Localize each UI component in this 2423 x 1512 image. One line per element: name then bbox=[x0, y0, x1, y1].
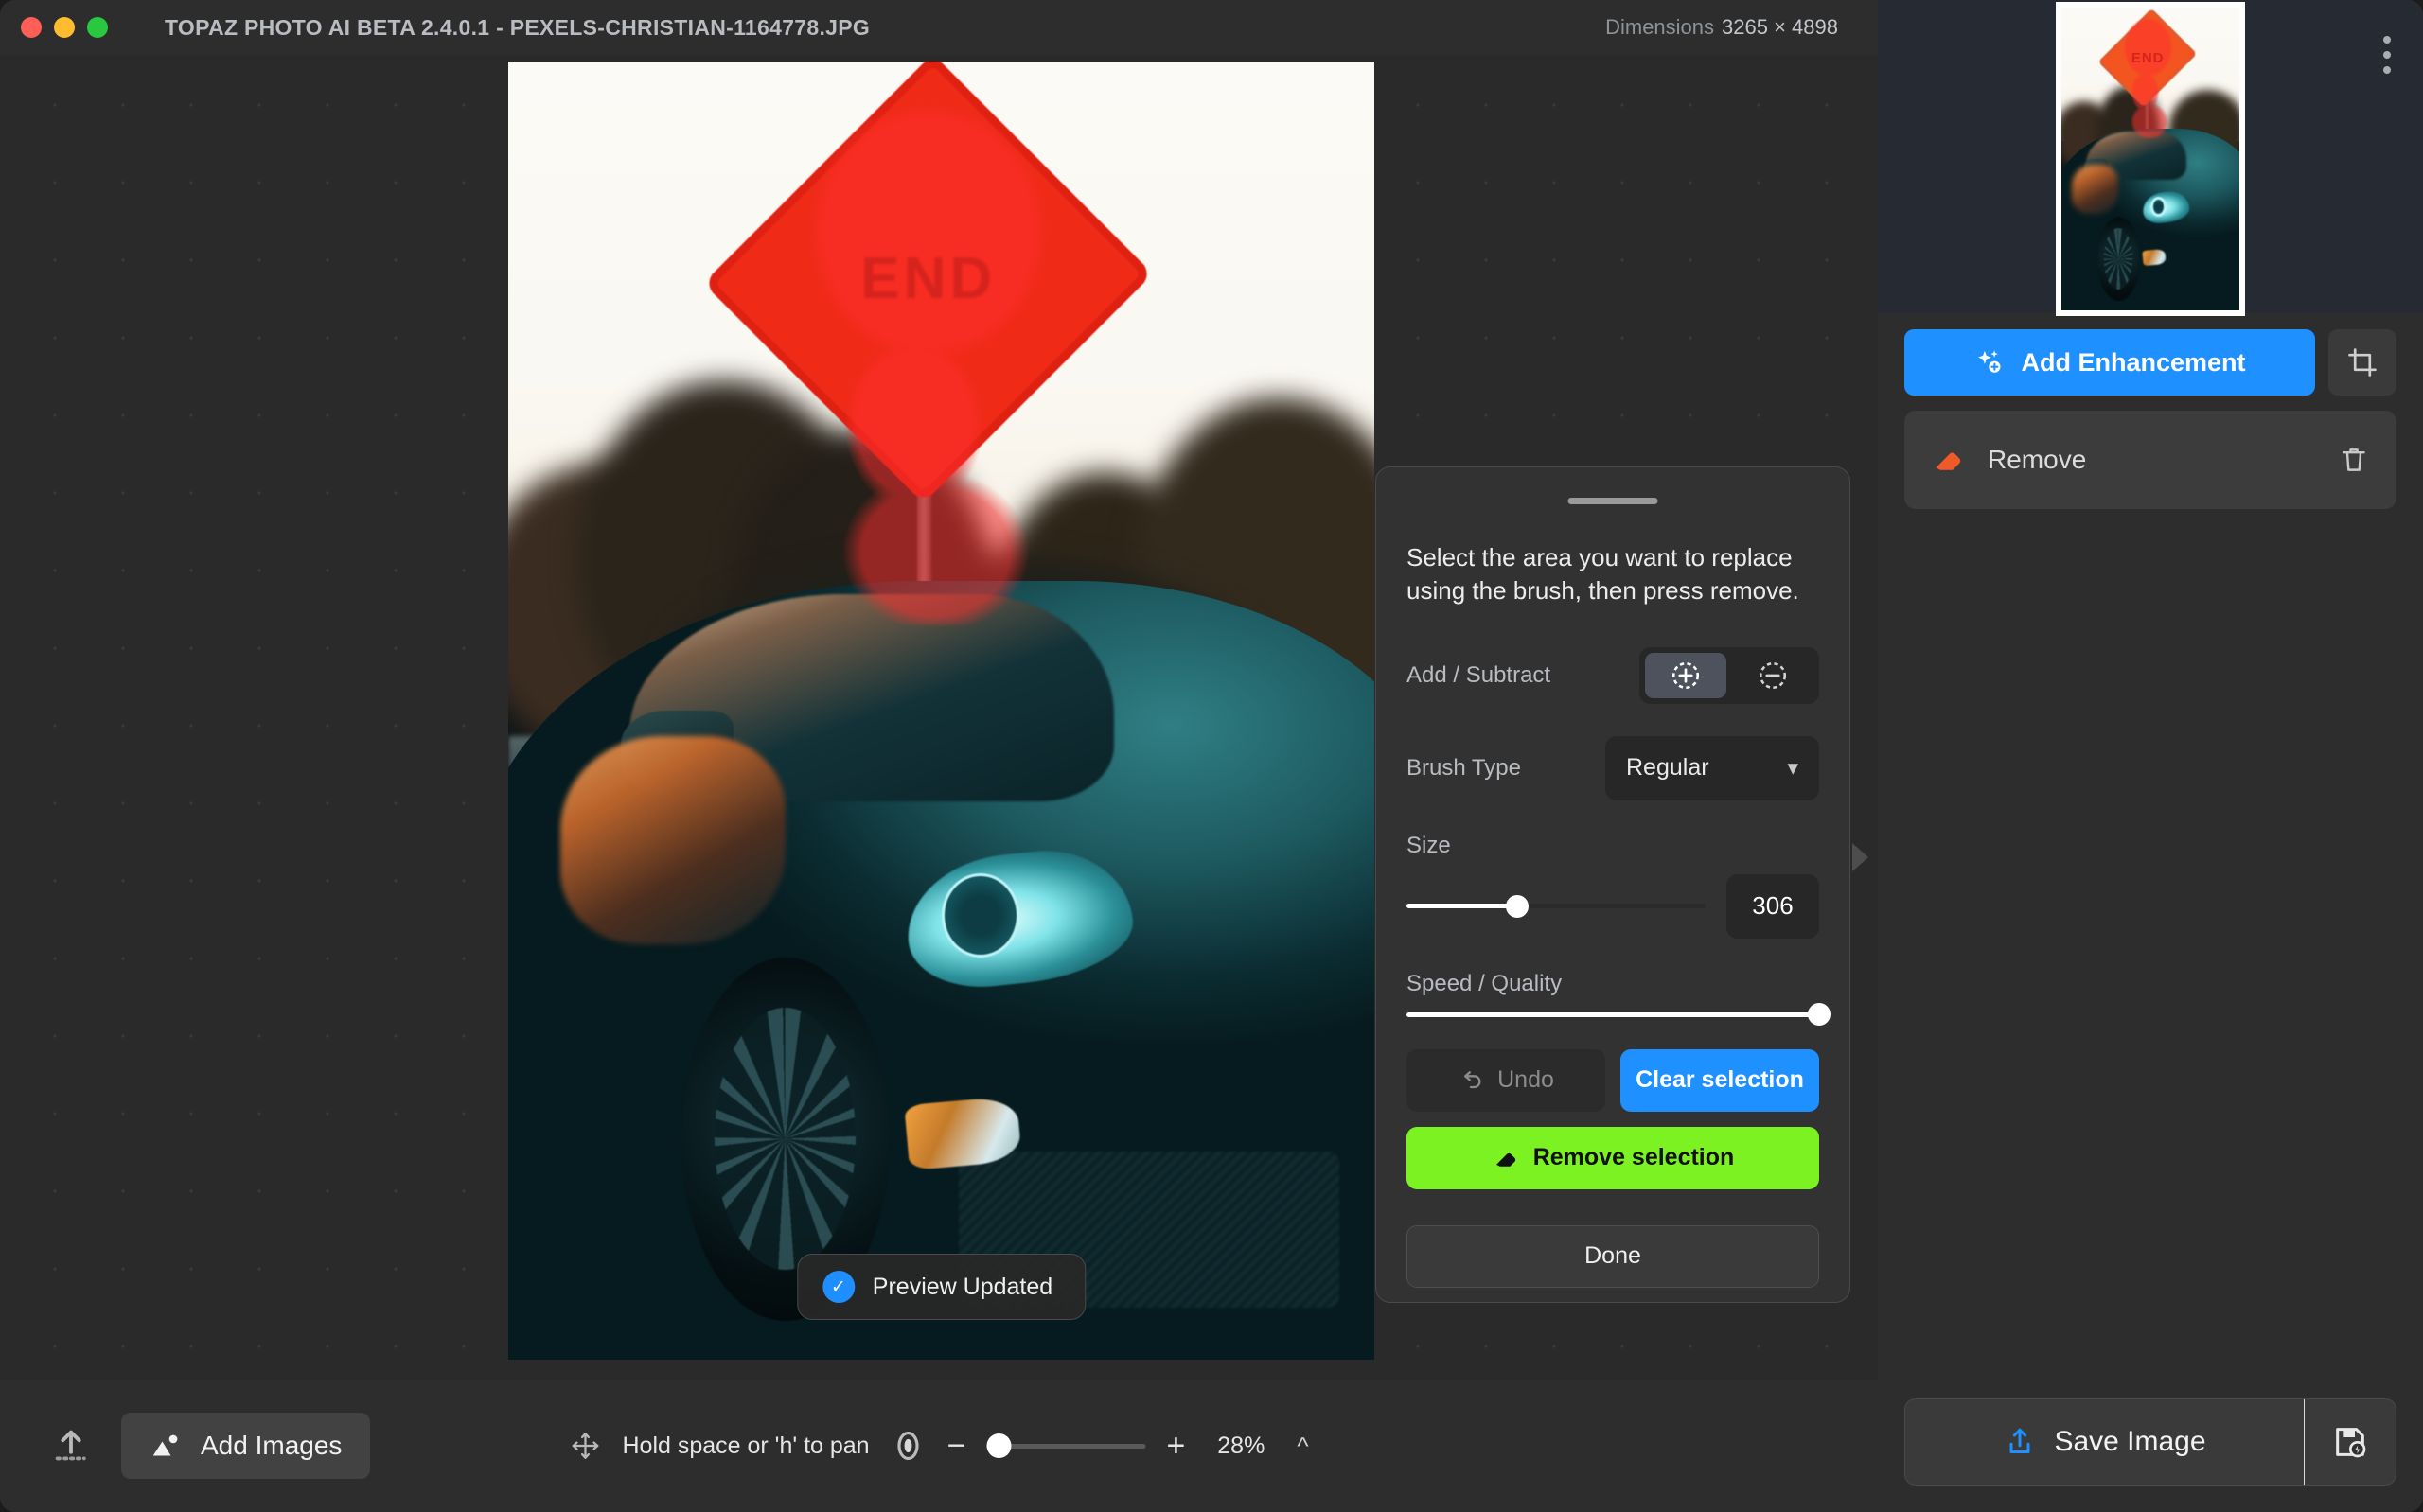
save-image-button[interactable]: Save Image bbox=[1905, 1399, 2304, 1485]
eraser-icon bbox=[1492, 1144, 1520, 1172]
brush-selection-mask bbox=[747, 94, 1110, 626]
dimensions-label: Dimensions bbox=[1605, 15, 1714, 39]
undo-label: Undo bbox=[1497, 1066, 1554, 1094]
eye-icon[interactable] bbox=[891, 1428, 927, 1464]
done-label: Done bbox=[1584, 1242, 1641, 1270]
thumbnail-content: END bbox=[2061, 8, 2239, 310]
crop-icon bbox=[2346, 346, 2379, 378]
topaz-photo-ai-window: TOPAZ PHOTO AI BETA 2.4.0.1 - PEXELS-CHR… bbox=[0, 0, 2423, 1512]
save-bar: Save Image bbox=[1904, 1398, 2396, 1486]
minimize-window-button[interactable] bbox=[54, 17, 75, 38]
image-thumbnail[interactable]: END bbox=[2056, 2, 2245, 316]
dimensions-value: 3265 × 4898 bbox=[1722, 15, 1838, 39]
thumb-headlight-ring bbox=[2150, 197, 2167, 217]
title-bar: TOPAZ PHOTO AI BETA 2.4.0.1 - PEXELS-CHR… bbox=[0, 0, 1878, 55]
add-images-label: Add Images bbox=[201, 1431, 342, 1461]
undo-arrow-icon bbox=[1458, 1067, 1484, 1094]
brush-type-label: Brush Type bbox=[1406, 755, 1605, 782]
thumb-wheel bbox=[2097, 217, 2140, 302]
filter-name: Remove bbox=[1988, 445, 2086, 475]
size-value: 306 bbox=[1752, 891, 1793, 921]
filter-row-remove[interactable]: Remove bbox=[1904, 411, 2396, 509]
panel-collapse-arrow-icon[interactable] bbox=[1852, 843, 1868, 871]
preview-updated-toast: ✓ Preview Updated bbox=[797, 1254, 1086, 1320]
save-image-label: Save Image bbox=[2054, 1426, 2205, 1458]
enhancement-actions: Add Enhancement bbox=[1878, 312, 2423, 396]
brush-type-value: Regular bbox=[1626, 754, 1709, 782]
add-enhancement-label: Add Enhancement bbox=[2021, 348, 2245, 378]
speed-quality-slider-knob[interactable] bbox=[1808, 1003, 1831, 1026]
delete-filter-button[interactable] bbox=[2338, 444, 2370, 476]
photo-fender-reflection bbox=[560, 736, 786, 944]
check-circle-icon: ✓ bbox=[822, 1271, 855, 1303]
eraser-icon bbox=[1931, 442, 1967, 478]
image-icon bbox=[150, 1429, 184, 1463]
crop-tool-button[interactable] bbox=[2328, 329, 2396, 396]
clear-selection-button[interactable]: Clear selection bbox=[1620, 1049, 1819, 1112]
zoom-level-value: 28% bbox=[1206, 1433, 1276, 1460]
chevron-up-icon[interactable]: ^ bbox=[1297, 1432, 1308, 1461]
circle-plus-dashed-icon bbox=[1670, 659, 1702, 692]
panel-action-row: Undo Clear selection bbox=[1406, 1049, 1819, 1112]
photo-content: END bbox=[508, 62, 1374, 1360]
zoom-in-button[interactable]: + bbox=[1166, 1430, 1185, 1462]
image-dimensions: Dimensions 3265 × 4898 bbox=[1605, 15, 1838, 40]
upload-icon[interactable] bbox=[49, 1424, 93, 1468]
size-control: Size 306 bbox=[1406, 833, 1819, 939]
kebab-menu-icon[interactable] bbox=[2383, 36, 2391, 74]
zoom-slider[interactable] bbox=[986, 1444, 1145, 1449]
size-slider-knob[interactable] bbox=[1506, 895, 1529, 918]
speed-quality-slider-fill bbox=[1406, 1012, 1819, 1017]
traffic-lights bbox=[21, 17, 108, 38]
brush-add-button[interactable] bbox=[1645, 653, 1726, 698]
chevron-down-icon: ▾ bbox=[1787, 757, 1798, 779]
bottom-toolbar: Add Images Hold space or 'h' to pan − + … bbox=[0, 1380, 1878, 1512]
undo-button[interactable]: Undo bbox=[1406, 1049, 1605, 1112]
right-sidebar: END bbox=[1878, 0, 2423, 1512]
thumb-fender bbox=[2072, 165, 2118, 213]
panel-hint-text: Select the area you want to replace usin… bbox=[1406, 541, 1819, 607]
upload-arrow-icon bbox=[49, 1424, 93, 1468]
brush-type-row: Brush Type Regular ▾ bbox=[1406, 736, 1819, 800]
thumb-selection-mask bbox=[2111, 15, 2185, 139]
remove-selection-button[interactable]: Remove selection bbox=[1406, 1127, 1819, 1189]
add-subtract-row: Add / Subtract bbox=[1406, 647, 1819, 704]
brush-type-select[interactable]: Regular ▾ bbox=[1605, 736, 1819, 800]
done-button[interactable]: Done bbox=[1406, 1225, 1819, 1288]
remove-selection-label: Remove selection bbox=[1533, 1144, 1735, 1171]
close-window-button[interactable] bbox=[21, 17, 42, 38]
circle-minus-dashed-icon bbox=[1757, 659, 1789, 692]
speed-quality-slider[interactable] bbox=[1406, 1012, 1819, 1017]
remove-tool-panel[interactable]: Select the area you want to replace usin… bbox=[1375, 466, 1850, 1303]
size-value-input[interactable]: 306 bbox=[1726, 874, 1819, 939]
add-subtract-toggle-group[interactable] bbox=[1639, 647, 1819, 704]
maximize-window-button[interactable] bbox=[87, 17, 108, 38]
zoom-slider-knob[interactable] bbox=[987, 1433, 1012, 1458]
speed-quality-label: Speed / Quality bbox=[1406, 971, 1819, 997]
view-controls: Hold space or 'h' to pan − + 28% ^ bbox=[569, 1428, 1308, 1464]
trash-icon bbox=[2338, 444, 2370, 476]
pan-move-icon[interactable] bbox=[569, 1430, 601, 1462]
size-label: Size bbox=[1406, 833, 1819, 859]
sparkle-plus-icon bbox=[1973, 346, 2006, 378]
add-enhancement-button[interactable]: Add Enhancement bbox=[1904, 329, 2315, 396]
size-slider[interactable] bbox=[1406, 904, 1706, 908]
save-settings-icon bbox=[2331, 1423, 2369, 1461]
clear-selection-label: Clear selection bbox=[1636, 1066, 1804, 1094]
window-title: TOPAZ PHOTO AI BETA 2.4.0.1 - PEXELS-CHR… bbox=[165, 15, 870, 41]
brush-subtract-button[interactable] bbox=[1732, 653, 1813, 698]
zoom-out-button[interactable]: − bbox=[947, 1430, 966, 1462]
save-options-button[interactable] bbox=[2305, 1423, 2396, 1461]
size-slider-fill bbox=[1406, 904, 1517, 908]
toast-label: Preview Updated bbox=[873, 1274, 1052, 1301]
add-subtract-label: Add / Subtract bbox=[1406, 662, 1605, 689]
thumbnail-strip: END bbox=[1878, 0, 2423, 312]
photo-headlight-ring bbox=[942, 873, 1019, 958]
preview-image[interactable]: END ✓ Preview Updated bbox=[508, 62, 1374, 1360]
pan-hint-text: Hold space or 'h' to pan bbox=[622, 1433, 869, 1460]
image-canvas[interactable]: END ✓ Preview Updated Se bbox=[0, 55, 1878, 1434]
speed-quality-control: Speed / Quality bbox=[1406, 971, 1819, 1017]
add-images-button[interactable]: Add Images bbox=[121, 1413, 370, 1479]
share-upload-icon bbox=[2003, 1425, 2037, 1459]
